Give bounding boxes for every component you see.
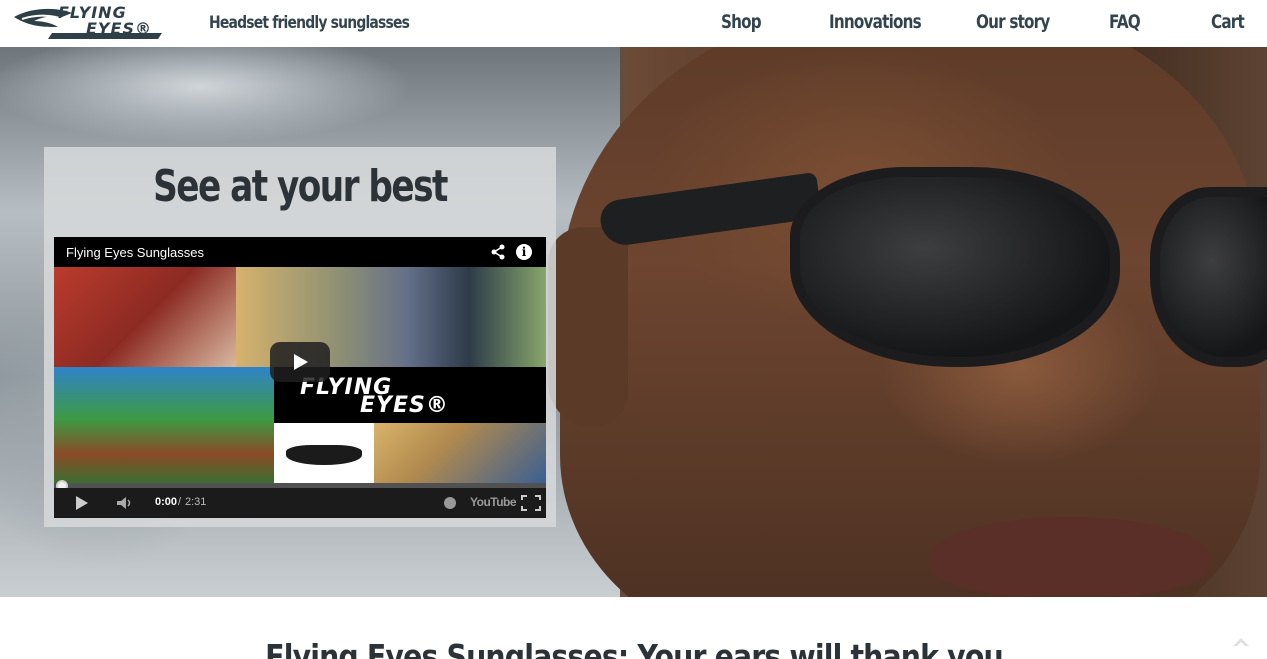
video-title[interactable]: Flying Eyes Sunglasses	[66, 245, 204, 260]
nav-cart[interactable]: Cart	[1211, 11, 1245, 33]
info-icon[interactable]: i	[516, 244, 532, 260]
thumbnail-logo: FLYING EYES®	[300, 377, 500, 417]
sunglasses-lens-left	[790, 167, 1120, 367]
thumbnail-surgeon	[374, 423, 546, 483]
thumbnail-equestrian	[54, 367, 274, 483]
hero-heading: See at your best	[153, 161, 448, 212]
time-total: 2:31	[185, 496, 207, 508]
video-title-bar: Flying Eyes Sunglasses i	[54, 237, 546, 267]
video-card: See at your best FLYING EYES® Flying Eye…	[44, 147, 556, 527]
time-separator: /	[178, 496, 182, 508]
share-icon[interactable]	[490, 244, 506, 260]
play-icon[interactable]	[270, 342, 330, 382]
hero-photo-ear	[548, 227, 628, 427]
hero-photo-lips	[930, 517, 1210, 597]
site-header: FLYING EYES® Headset friendly sunglasses…	[0, 0, 1267, 47]
nav-shop[interactable]: Shop	[721, 11, 762, 33]
time-current: 0:00	[155, 496, 178, 508]
main-nav: Shop Innovations Our story FAQ Cart	[0, 11, 1267, 37]
thumbnail-pilot	[54, 267, 236, 367]
youtube-logo[interactable]: YouTube	[470, 495, 517, 509]
nav-innovations[interactable]: Innovations	[829, 11, 922, 33]
watch-later-icon[interactable]	[444, 497, 456, 509]
player-controls: 0:00 / 2:31 YouTube	[54, 488, 546, 518]
content-panel: Flying Eyes Sunglasses: Your ears will t…	[26, 597, 1242, 659]
fullscreen-icon[interactable]	[521, 495, 541, 511]
hero-section: See at your best FLYING EYES® Flying Eye…	[0, 47, 1267, 597]
content-heading: Flying Eyes Sunglasses: Your ears will t…	[265, 637, 1003, 659]
control-play-icon[interactable]	[76, 496, 88, 510]
nav-our-story[interactable]: Our story	[976, 11, 1050, 33]
youtube-player[interactable]: FLYING EYES® Flying Eyes Sunglasses i 0:…	[54, 237, 546, 518]
volume-icon[interactable]	[116, 496, 134, 510]
thumbnail-sunglasses	[286, 445, 362, 465]
scroll-to-top-icon[interactable]	[1229, 632, 1253, 656]
nav-faq[interactable]: FAQ	[1109, 11, 1141, 33]
